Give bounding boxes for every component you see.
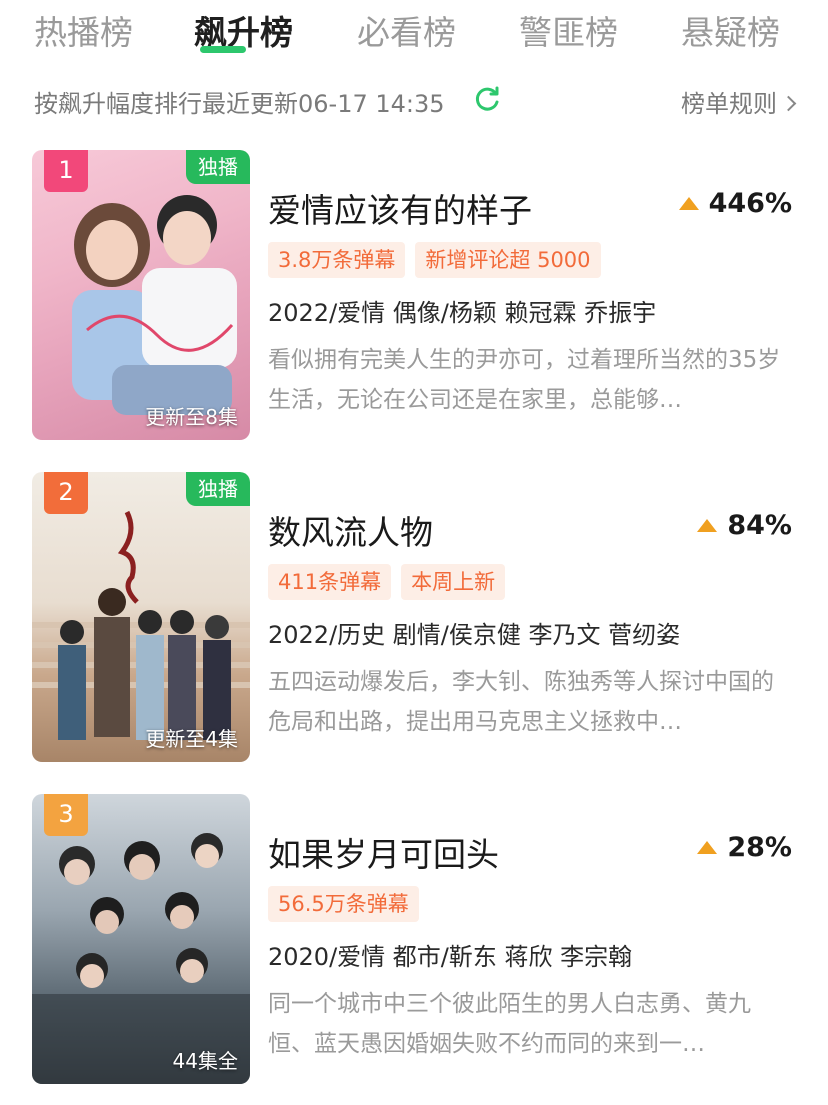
poster-art [72,195,237,415]
ranking-rules-label: 榜单规则 [681,90,777,118]
refresh-icon[interactable] [474,85,502,113]
ranking-item[interactable]: 2 独播 更新至4集 数风流人物 84% 411条弹幕 本周上新 2022/历史… [0,472,828,772]
trend-up-icon [697,841,718,854]
episode-update: 44集全 [172,1049,238,1073]
trend-indicator: 84% [697,510,792,541]
tab-police[interactable]: 警匪榜 [519,12,618,54]
tag-list: 411条弹幕 本周上新 [268,564,506,600]
trend-value: 28% [727,832,792,863]
tab-must-watch[interactable]: 必看榜 [357,12,456,54]
show-description: 看似拥有完美人生的尹亦可，过着理所当然的35岁生活，无论在公司还是在家里，总能够… [268,347,781,413]
tag: 411条弹幕 [268,564,392,600]
trend-value: 84% [727,510,792,541]
show-meta: 2020/爱情 都市/靳东 蒋欣 李宗翰 [268,943,633,971]
trend-up-icon [697,519,718,532]
chevron-right-icon [780,95,797,112]
trend-indicator: 446% [678,188,792,219]
rank-badge: 3 [44,794,88,836]
poster-art [32,833,250,1084]
tab-hot[interactable]: 热播榜 [34,12,133,54]
show-meta: 2022/爱情 偶像/杨颖 赖冠霖 乔振宇 [268,299,657,327]
tag: 本周上新 [401,564,506,600]
show-title[interactable]: 如果岁月可回头 [268,828,499,876]
ranking-tabs: 热播榜 飙升榜 必看榜 警匪榜 悬疑榜 [0,0,828,66]
show-description: 五四运动爆发后，李大钊、陈独秀等人探讨中国的危局和出路，提出用马克思主义拯救中… [268,669,774,735]
poster-art [32,510,250,740]
ranking-rules-link[interactable]: 榜单规则 [681,84,797,119]
episode-update: 更新至8集 [145,405,238,429]
trend-value: 446% [708,188,792,219]
tab-suspense[interactable]: 悬疑榜 [681,12,780,54]
sort-description: 按飙升幅度排行最近更新06-17 14:35 [34,90,445,118]
trend-indicator: 28% [697,832,792,863]
tag: 3.8万条弹幕 [268,242,406,278]
poster-image[interactable]: 3 44集全 [32,794,250,1084]
episode-update: 更新至4集 [145,727,238,751]
show-title[interactable]: 数风流人物 [268,506,433,554]
exclusive-badge: 独播 [186,150,250,184]
list-subheader: 按飙升幅度排行最近更新06-17 14:35 榜单规则 [34,80,797,120]
ranking-item[interactable]: 3 44集全 如果岁月可回头 28% 56.5万条弹幕 2020/爱情 都市/靳… [0,794,828,1094]
show-description: 同一个城市中三个彼此陌生的男人白志勇、黄九恒、蓝天愚因婚姻失败不约而同的来到一… [268,991,751,1057]
show-meta: 2022/历史 剧情/侯京健 李乃文 菅纫姿 [268,621,681,649]
active-tab-indicator [200,46,246,53]
exclusive-badge: 独播 [186,472,250,506]
ranking-item[interactable]: 1 独播 更新至8集 爱情应该有的样子 446% 3.8万条弹幕 新增评论超 5… [0,150,828,450]
show-title[interactable]: 爱情应该有的样子 [268,184,532,232]
poster-image[interactable]: 1 独播 更新至8集 [32,150,250,440]
tag: 新增评论超 5000 [415,242,601,278]
rank-badge: 1 [44,150,88,192]
tag-list: 3.8万条弹幕 新增评论超 5000 [268,242,601,278]
poster-image[interactable]: 2 独播 更新至4集 [32,472,250,762]
tag-list: 56.5万条弹幕 [268,886,419,922]
rank-badge: 2 [44,472,88,514]
tag: 56.5万条弹幕 [268,886,419,922]
trend-up-icon [678,197,699,210]
